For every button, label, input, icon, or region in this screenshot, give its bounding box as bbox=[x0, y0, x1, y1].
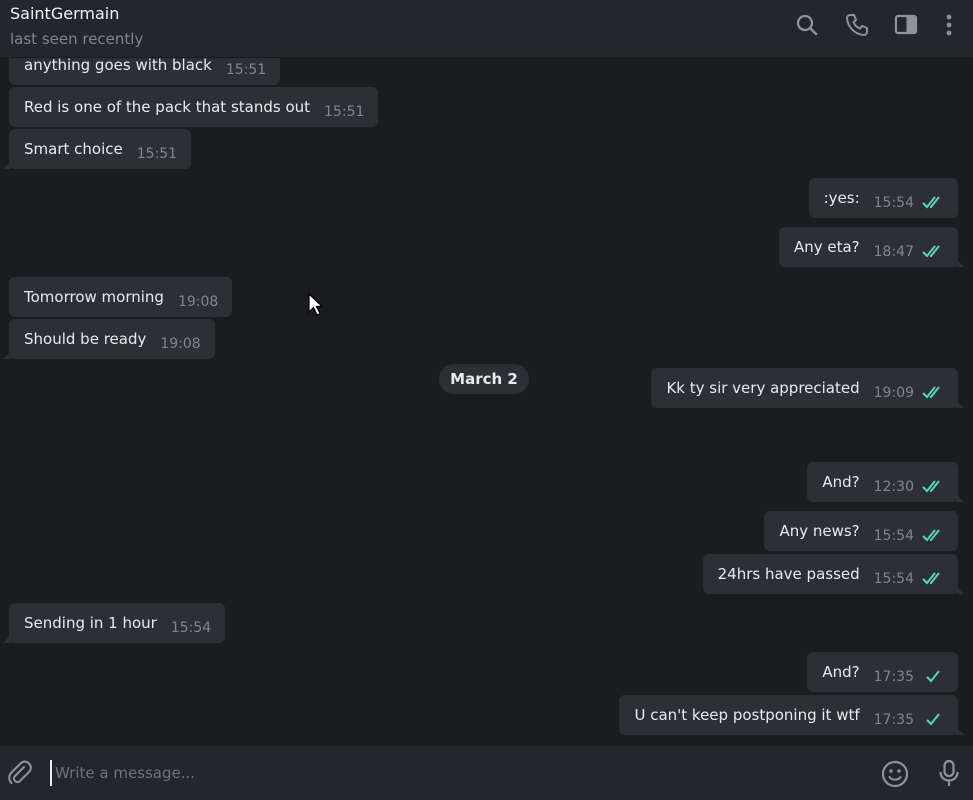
message-time: 17:35 bbox=[873, 669, 914, 685]
message-text: 24hrs have passed bbox=[717, 565, 860, 583]
message-time: 15:51 bbox=[324, 104, 365, 120]
message-time: 19:08 bbox=[177, 294, 219, 310]
message-time: 15:51 bbox=[225, 62, 267, 78]
message-bubble[interactable]: Should be ready 19:08 bbox=[9, 319, 215, 359]
message-text: anything goes with black bbox=[24, 58, 212, 74]
message-input[interactable] bbox=[50, 760, 845, 786]
chat-title[interactable]: SaintGermain bbox=[10, 4, 119, 23]
message-composer bbox=[0, 746, 973, 800]
message-text: Any eta? bbox=[793, 238, 860, 256]
message-text: And? bbox=[822, 473, 860, 491]
message-bubble[interactable]: :yes: 15:54 bbox=[808, 178, 958, 218]
search-icon[interactable] bbox=[794, 12, 820, 38]
message-time: 15:54 bbox=[873, 571, 914, 587]
double-check-icon bbox=[922, 528, 944, 542]
message-text: Should be ready bbox=[24, 330, 147, 348]
mouse-cursor-icon bbox=[308, 292, 324, 317]
message-time: 18:47 bbox=[873, 244, 914, 260]
message-time: 12:30 bbox=[873, 479, 914, 495]
attach-icon[interactable] bbox=[5, 758, 35, 788]
message-bubble[interactable]: And? 17:35 bbox=[807, 652, 958, 692]
message-bubble[interactable]: anything goes with black 15:51 bbox=[9, 58, 281, 85]
more-icon[interactable] bbox=[936, 12, 962, 38]
message-text: Kk ty sir very appreciated bbox=[666, 379, 860, 397]
message-text: Tomorrow morning bbox=[24, 288, 164, 306]
double-check-icon bbox=[922, 195, 944, 209]
message-bubble[interactable]: U can't keep postponing it wtf 17:35 bbox=[619, 695, 958, 735]
message-bubble[interactable]: And? 12:30 bbox=[807, 462, 958, 502]
microphone-icon[interactable] bbox=[934, 758, 964, 788]
message-bubble[interactable]: Red is one of the pack that stands out 1… bbox=[9, 87, 379, 127]
message-list[interactable]: anything goes with black 15:51 Red is on… bbox=[0, 58, 973, 746]
single-check-icon bbox=[922, 669, 944, 683]
double-check-icon bbox=[922, 479, 944, 493]
message-text: And? bbox=[822, 663, 860, 681]
message-text: Any news? bbox=[779, 522, 860, 540]
message-time: 19:08 bbox=[160, 336, 201, 352]
phone-icon[interactable] bbox=[844, 12, 870, 38]
message-text: Red is one of the pack that stands out bbox=[24, 98, 311, 116]
message-bubble[interactable]: Any eta? 18:47 bbox=[778, 227, 958, 267]
message-time: 15:51 bbox=[136, 146, 178, 162]
message-text: U can't keep postponing it wtf bbox=[634, 706, 860, 724]
message-text: Smart choice bbox=[24, 140, 123, 158]
message-text: Sending in 1 hour bbox=[24, 614, 157, 632]
message-bubble[interactable]: Any news? 15:54 bbox=[764, 511, 958, 551]
message-bubble[interactable]: Smart choice 15:51 bbox=[9, 129, 192, 169]
double-check-icon bbox=[922, 385, 944, 399]
message-time: 15:54 bbox=[170, 620, 212, 636]
chat-status: last seen recently bbox=[10, 30, 144, 48]
message-bubble[interactable]: Kk ty sir very appreciated 19:09 bbox=[651, 368, 958, 408]
date-separator: March 2 bbox=[439, 364, 529, 394]
double-check-icon bbox=[922, 244, 944, 258]
message-time: 17:35 bbox=[873, 712, 914, 728]
message-time: 15:54 bbox=[873, 528, 914, 544]
double-check-icon bbox=[922, 571, 944, 585]
message-time: 19:09 bbox=[873, 385, 914, 401]
message-text: :yes: bbox=[823, 189, 860, 207]
message-bubble[interactable]: Tomorrow morning 19:08 bbox=[9, 277, 233, 317]
message-bubble[interactable]: Sending in 1 hour 15:54 bbox=[9, 603, 226, 643]
chat-header: SaintGermain last seen recently bbox=[0, 0, 973, 58]
single-check-icon bbox=[922, 712, 944, 726]
message-bubble[interactable]: 24hrs have passed 15:54 bbox=[702, 554, 958, 594]
emoji-icon[interactable] bbox=[880, 759, 910, 789]
sidebar-icon[interactable] bbox=[893, 12, 919, 38]
message-time: 15:54 bbox=[873, 195, 914, 211]
